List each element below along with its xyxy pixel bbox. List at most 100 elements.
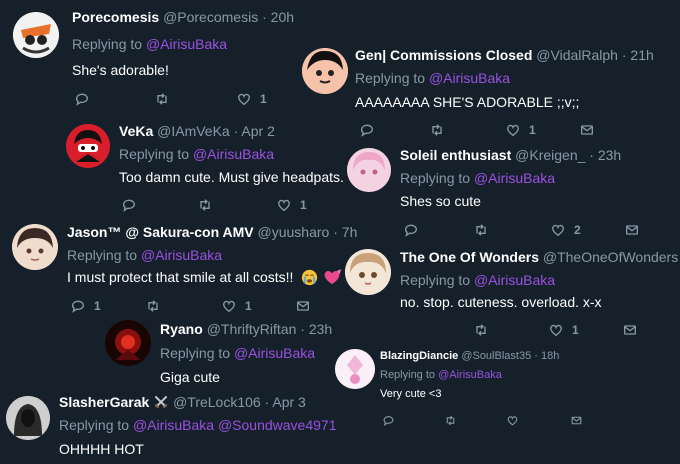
retweet-icon: [432, 124, 442, 136]
like-button[interactable]: 1: [505, 122, 536, 138]
mention-link[interactable]: @AirisuBaka: [438, 369, 502, 381]
like-button[interactable]: 1: [276, 197, 307, 213]
reply-button[interactable]: [74, 91, 98, 107]
reply-context: Replying to @AirisuBaka: [400, 170, 555, 186]
retweet-button[interactable]: [473, 222, 497, 238]
user-handle[interactable]: @TheOneOfWonders: [543, 249, 678, 265]
share-button[interactable]: [622, 322, 638, 338]
replying-label: Replying to: [67, 247, 138, 263]
tweet-ryano[interactable]: Ryano @ThriftyRiftan · 23h Replying to @…: [100, 314, 340, 390]
share-icon: [581, 125, 593, 135]
display-name[interactable]: BlazingDiancie: [380, 350, 458, 362]
tweet-porecomesis[interactable]: Porecomesis @Porecomesis · 20h Replying …: [0, 0, 300, 118]
user-handle[interactable]: @Porecomesis: [163, 9, 258, 25]
display-name[interactable]: Jason™ @ Sakura-con AMV: [67, 224, 254, 240]
replying-label: Replying to: [59, 417, 130, 433]
display-name[interactable]: SlasherGarak: [59, 394, 149, 410]
display-name[interactable]: The One Of Wonders: [400, 249, 539, 265]
display-name[interactable]: VeKa: [119, 123, 153, 139]
retweet-button[interactable]: [197, 197, 221, 213]
retweet-button[interactable]: [473, 322, 497, 338]
avatar[interactable]: [347, 148, 391, 192]
mention-link[interactable]: @AirisuBaka: [146, 36, 227, 52]
tweet-one-of-wonders[interactable]: The One Of Wonders @TheOneOfWonders · 18…: [340, 240, 680, 344]
reply-button[interactable]: [359, 122, 383, 138]
retweet-icon: [157, 93, 167, 105]
retweet-button[interactable]: [444, 414, 457, 427]
like-icon: [278, 199, 290, 212]
mention-link[interactable]: @AirisuBaka: [133, 417, 214, 433]
tweet-slashergarak[interactable]: SlasherGarak @TreLock106 · Apr 3 Replyin…: [0, 384, 340, 464]
separator: ·: [229, 123, 242, 139]
mention-link[interactable]: @AirisuBaka: [429, 70, 510, 86]
avatar[interactable]: [105, 320, 151, 366]
timestamp[interactable]: 20h: [271, 9, 294, 25]
mention-link[interactable]: @AirisuBaka: [474, 170, 555, 186]
retweet-button[interactable]: [154, 91, 178, 107]
tweet-text: Giga cute: [160, 369, 220, 385]
reply-context: Replying to @AirisuBaka: [355, 70, 510, 86]
like-button[interactable]: 1: [236, 91, 267, 107]
tweet-text-content: I must protect that smile at all costs!!: [67, 269, 294, 285]
user-handle[interactable]: @Kreigen_: [515, 147, 585, 163]
user-handle[interactable]: @VidalRalph: [536, 47, 618, 63]
timestamp[interactable]: 23h: [598, 147, 621, 163]
display-name[interactable]: Gen| Commissions Closed: [355, 47, 532, 63]
timestamp[interactable]: 18h: [541, 350, 559, 362]
tweet-blazingdiancie[interactable]: BlazingDiancie @SoulBlast35 · 18h Replyi…: [330, 344, 680, 464]
reply-button[interactable]: [121, 197, 145, 213]
like-count: 1: [529, 123, 536, 137]
timestamp[interactable]: Apr 2: [241, 123, 274, 139]
mention-link[interactable]: @AirisuBaka: [474, 272, 555, 288]
tweet-text: OHHHH HOT: [59, 441, 144, 457]
separator: ·: [329, 224, 342, 240]
tweet-jason[interactable]: Jason™ @ Sakura-con AMV @yuusharo · 7h R…: [0, 214, 357, 320]
tweet-text: no. stop. cuteness. overload. x-x: [400, 294, 602, 310]
mention-link[interactable]: @AirisuBaka: [234, 345, 315, 361]
reply-button[interactable]: 1: [70, 298, 101, 314]
tweet-gen-commissions[interactable]: Gen| Commissions Closed @VidalRalph · 21…: [296, 34, 680, 142]
user-handle[interactable]: @TreLock106: [173, 394, 261, 410]
reply-button[interactable]: [382, 414, 395, 427]
avatar[interactable]: [335, 349, 375, 389]
display-name[interactable]: Soleil enthusiast: [400, 147, 511, 163]
like-icon: [507, 416, 518, 426]
share-icon: [626, 225, 638, 235]
share-button[interactable]: [579, 122, 595, 138]
timestamp[interactable]: 21h: [630, 47, 653, 63]
like-button[interactable]: 1: [548, 322, 579, 338]
avatar[interactable]: [12, 224, 58, 270]
like-count: 1: [572, 323, 579, 337]
tweet-veka[interactable]: VeKa @IAmVeKa · Apr 2 Replying to @Airis…: [60, 114, 344, 218]
tweet-soleil[interactable]: Soleil enthusiast @Kreigen_ · 23h Replyi…: [340, 140, 680, 240]
like-button[interactable]: [506, 414, 519, 427]
mention-link[interactable]: @Soundwave4971: [218, 417, 337, 433]
display-name[interactable]: Porecomesis: [72, 9, 159, 25]
user-handle[interactable]: @IAmVeKa: [157, 123, 230, 139]
like-button[interactable]: 1: [221, 298, 252, 314]
user-handle[interactable]: @SoulBlast35: [461, 350, 531, 362]
share-button[interactable]: [624, 222, 640, 238]
share-button[interactable]: [570, 414, 583, 427]
like-button[interactable]: 2: [550, 222, 581, 238]
timestamp[interactable]: 23h: [309, 321, 332, 337]
avatar[interactable]: [6, 396, 50, 440]
mention-link[interactable]: @AirisuBaka: [141, 247, 222, 263]
replying-label: Replying to: [72, 36, 143, 52]
mention-link[interactable]: @AirisuBaka: [193, 146, 274, 162]
avatar[interactable]: [13, 12, 59, 58]
avatar[interactable]: [302, 48, 348, 94]
retweet-button[interactable]: [429, 122, 453, 138]
retweet-button[interactable]: [145, 298, 169, 314]
user-handle[interactable]: @ThriftyRiftan: [207, 321, 297, 337]
share-button[interactable]: [295, 298, 311, 314]
avatar[interactable]: [345, 249, 391, 295]
timestamp[interactable]: Apr 3: [272, 394, 305, 410]
timestamp[interactable]: 7h: [342, 224, 358, 240]
reply-context: Replying to @AirisuBaka: [67, 247, 222, 263]
display-name[interactable]: Ryano: [160, 321, 203, 337]
avatar[interactable]: [66, 124, 110, 168]
retweet-icon: [200, 199, 210, 211]
reply-button[interactable]: [403, 222, 427, 238]
user-handle[interactable]: @yuusharo: [258, 224, 330, 240]
